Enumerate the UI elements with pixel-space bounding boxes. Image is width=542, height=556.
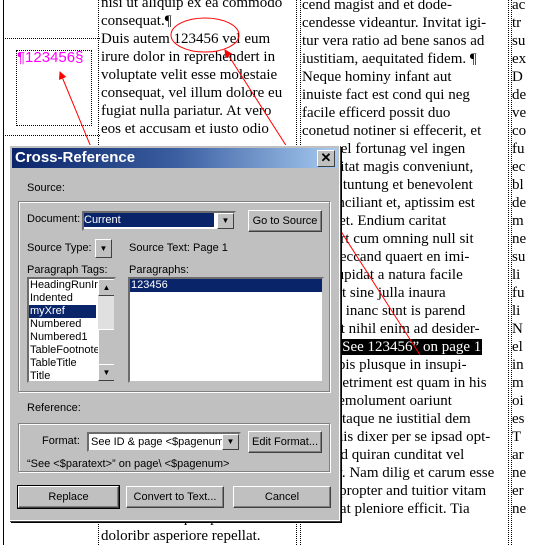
text-line: ne bbox=[512, 501, 527, 517]
far-right-column: ac tr su ex Dde ve co fu ec bl de m ne su li fu li Nel in m… bbox=[512, 0, 542, 556]
source-type-label: Source Type: bbox=[27, 242, 92, 254]
chevron-down-icon[interactable]: ▼ bbox=[222, 434, 239, 450]
text-line: fugiat nulla pariatur. At vero bbox=[101, 103, 272, 119]
text-line: oi bbox=[512, 393, 524, 409]
text-line: li bbox=[512, 303, 521, 319]
text-line: ar bbox=[512, 447, 524, 463]
chevron-down-icon[interactable]: ▼ bbox=[217, 213, 234, 229]
text-line: su bbox=[512, 33, 526, 49]
reference-label: Reference: bbox=[27, 402, 81, 414]
cancel-button[interactable]: Cancel bbox=[233, 486, 331, 508]
text-line: m bbox=[512, 375, 524, 391]
text-line: tr bbox=[512, 15, 522, 31]
document-label: Document: bbox=[27, 213, 81, 225]
text-line: consequat.¶ bbox=[101, 13, 172, 29]
paragraph-tags-label: Paragraph Tags: bbox=[27, 264, 108, 276]
paragraph-tag-item[interactable]: TableFootnote bbox=[29, 344, 100, 357]
go-to-source-button[interactable]: Go to Source bbox=[248, 210, 322, 232]
cross-ref-marker[interactable]: ¶123456§ bbox=[17, 49, 83, 66]
scrollbar[interactable]: ▲ ▼ bbox=[98, 279, 114, 381]
text-line: doloribr asperiore repellat. bbox=[101, 528, 261, 544]
source-label: Source: bbox=[27, 182, 65, 194]
text-line: cend magist and et dode- bbox=[302, 0, 452, 13]
paragraphs-list[interactable]: 123456 bbox=[128, 277, 324, 383]
text-line: tur vera ratio ad bene sanos ad bbox=[302, 33, 485, 49]
close-button[interactable]: ✕ bbox=[317, 150, 335, 167]
text-line: irure dolor in reprehendert in bbox=[101, 49, 276, 65]
paragraph-item[interactable]: 123456 bbox=[130, 279, 322, 292]
text-line: conetud notiner si effecerit, et bbox=[302, 123, 482, 139]
text-line: m bbox=[512, 213, 524, 229]
paragraph-tag-item[interactable]: HeadingRunIn bbox=[29, 279, 100, 292]
document-value: Current bbox=[84, 213, 215, 228]
text-line: iustitiam, aequitated fidem. ¶ bbox=[302, 51, 477, 67]
cross-reference-dialog: Cross-Reference ✕ Source: Document: Curr… bbox=[9, 145, 340, 521]
text-line: fu bbox=[512, 141, 525, 157]
text-line: in bbox=[512, 357, 524, 373]
replace-button[interactable]: Replace bbox=[17, 485, 120, 509]
text-line: ex bbox=[512, 51, 527, 67]
cross-reference-text[interactable]: “See 123456” on page 1 bbox=[334, 339, 483, 355]
source-text: Source Text: Page 1 bbox=[129, 242, 228, 254]
paragraph-tag-item[interactable]: Numbered bbox=[29, 318, 96, 331]
text-line: es bbox=[512, 411, 525, 427]
text-line: Neque hominy infant aut bbox=[302, 69, 452, 85]
edit-format-button[interactable]: Edit Format... bbox=[248, 431, 322, 453]
paragraph-tag-item[interactable]: TableTitle bbox=[29, 357, 96, 370]
text-line: voluptate velit esse molestaie bbox=[101, 67, 278, 83]
paragraph-tag-item[interactable]: myXref bbox=[29, 305, 96, 318]
format-label: Format: bbox=[42, 435, 80, 447]
text-line: su bbox=[512, 249, 526, 265]
text-line: T bbox=[512, 429, 522, 445]
document-dropdown[interactable]: Current ▼ bbox=[82, 211, 236, 231]
text-line: cendesse videantur. Invitat igi- bbox=[302, 15, 487, 31]
text-line: ec bbox=[512, 159, 526, 175]
paragraph-tag-item[interactable]: Title bbox=[29, 370, 96, 381]
text-line: bl bbox=[512, 177, 524, 193]
text-line: Duis autem 123456 vel eum bbox=[101, 31, 271, 47]
text-line: N bbox=[512, 321, 523, 337]
text-line: ne bbox=[512, 231, 527, 247]
text-line: er bbox=[512, 483, 524, 499]
text-line: de bbox=[512, 195, 527, 211]
text-line: ac bbox=[512, 0, 526, 13]
text-line: consequat, vel illum dolore eu bbox=[101, 85, 283, 101]
dialog-title: Cross-Reference bbox=[15, 149, 136, 166]
text-line: nisi ut aliquip ex ea commodo bbox=[101, 0, 283, 11]
text-line: ve bbox=[512, 105, 527, 121]
text-line: co bbox=[512, 123, 527, 139]
text-line: fu bbox=[512, 285, 525, 301]
scroll-thumb[interactable] bbox=[98, 329, 114, 366]
text-line: facile efficerd possit duo bbox=[302, 105, 451, 121]
text-line: D bbox=[512, 69, 523, 85]
source-type-dropdown[interactable]: ▼ bbox=[95, 239, 112, 258]
paragraphs-label: Paragraphs: bbox=[129, 264, 189, 276]
scroll-down-icon[interactable]: ▼ bbox=[98, 364, 114, 381]
format-preview: “See <$paratext>” on page\ <$pagenum> bbox=[27, 458, 230, 470]
format-dropdown[interactable]: See ID & page <$pagenum> ▼ bbox=[87, 432, 241, 452]
text-line: inuiste fact est cond qui neg bbox=[302, 87, 470, 103]
title-bar[interactable]: Cross-Reference ✕ bbox=[12, 148, 337, 168]
text-line: de bbox=[512, 87, 527, 103]
scroll-up-icon[interactable]: ▲ bbox=[98, 279, 114, 296]
paragraph-tag-item[interactable]: Numbered1 bbox=[29, 331, 96, 344]
format-value: See ID & page <$pagenum> bbox=[91, 436, 231, 448]
paragraph-tags-list[interactable]: HeadingRunIn Indented myXref Numbered Number… bbox=[27, 277, 116, 383]
text-line: li bbox=[512, 267, 521, 283]
paragraph-tag-item[interactable]: Indented bbox=[29, 292, 96, 305]
text-line: ne bbox=[512, 465, 527, 481]
text-line: eos et accusam et iusto odio bbox=[101, 121, 269, 137]
text-line: el bbox=[512, 339, 523, 355]
convert-to-text-button[interactable]: Convert to Text... bbox=[126, 486, 224, 508]
